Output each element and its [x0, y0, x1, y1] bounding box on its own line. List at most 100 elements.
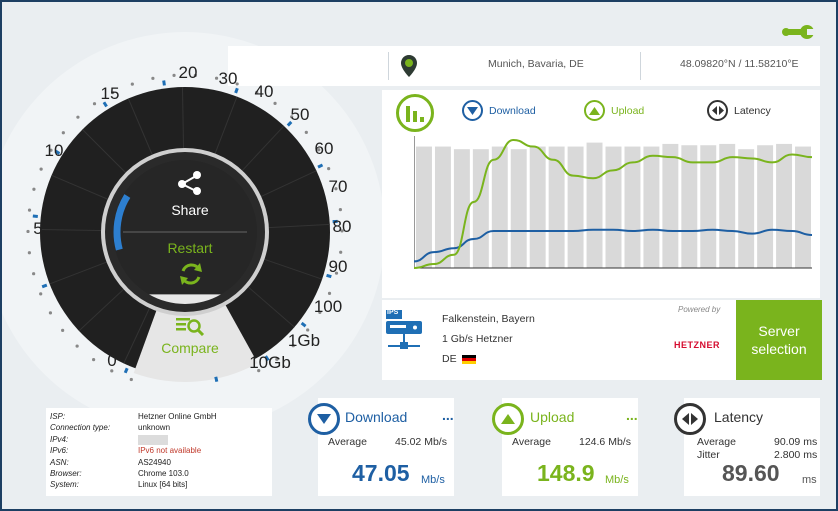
download-icon — [308, 403, 340, 435]
gauge-label: 40 — [255, 82, 274, 101]
upload-average-label: Average — [512, 436, 551, 448]
share-icon[interactable] — [170, 170, 210, 196]
gauge-label: 70 — [329, 177, 348, 196]
gauge-major-tick — [32, 214, 38, 219]
legend-upload[interactable]: Upload — [584, 100, 644, 121]
info-value: Hetzner Online GmbH — [138, 412, 217, 421]
latency-jitter-value: 2.800 ms — [774, 449, 818, 461]
info-value — [138, 434, 168, 445]
legend-latency-label: Latency — [734, 104, 771, 117]
info-key: Connection type: — [50, 423, 111, 433]
compare-button[interactable]: Compare — [142, 340, 238, 356]
gauge-major-tick — [123, 367, 129, 374]
gauge-tick-dot — [61, 328, 65, 332]
restart-button[interactable]: Restart — [150, 240, 230, 256]
download-average-label: Average — [328, 436, 367, 448]
gauge-tick-dot — [61, 131, 65, 135]
upload-value: 148.9 — [537, 460, 595, 486]
gauge-tick-dot — [273, 101, 277, 105]
gauge-label: 30 — [219, 69, 238, 88]
gauge-tick-dot — [129, 377, 133, 382]
chart-panel: Download Upload Latency — [382, 90, 820, 298]
chart-bar — [700, 145, 717, 268]
gauge-tick-dot — [338, 208, 342, 212]
gauge-major-tick — [41, 283, 48, 289]
server-country: DE — [442, 353, 457, 365]
gauge-tick-dot — [327, 291, 332, 295]
gauge-tick-dot — [304, 130, 308, 134]
download-value: 47.05 — [352, 460, 410, 486]
refresh-icon[interactable] — [178, 260, 204, 288]
upload-average-value: 124.6 Mb/s — [579, 436, 631, 448]
gauge-tick-dot — [75, 344, 79, 348]
divider — [388, 52, 389, 80]
server-speed: 1 Gb/s Hetzner — [442, 333, 513, 345]
gauge-tick-dot — [151, 76, 155, 80]
map-pin-icon — [400, 54, 418, 83]
gauge-tick-dot — [327, 167, 331, 171]
connection-info-card: ISP: Hetzner Online GmbH Connection type: u… — [46, 408, 272, 496]
share-button[interactable]: Share — [150, 202, 230, 218]
legend-latency[interactable]: Latency — [707, 100, 771, 121]
latency-title: Latency — [714, 409, 764, 425]
gauge-label: 50 — [291, 105, 310, 124]
info-key: System: — [50, 480, 79, 490]
powered-by-label: Powered by — [678, 305, 721, 314]
location-name: Munich, Bavaria, DE — [488, 58, 584, 70]
download-average-value: 45.02 Mb/s — [395, 436, 447, 448]
gauge-tick-dot — [39, 167, 43, 171]
gauge-major-tick — [300, 321, 307, 328]
latency-value: 89.60 — [722, 460, 780, 486]
chart-bar — [567, 146, 584, 268]
gauge-tick-dot — [92, 102, 97, 106]
latency-average-value: 90.09 ms — [774, 436, 818, 448]
server-selection-label-1: Server — [758, 323, 800, 339]
info-key: ASN: — [50, 457, 69, 467]
gauge-tick-dot — [48, 311, 53, 315]
latency-unit: ms — [802, 474, 817, 486]
latency-icon — [707, 100, 728, 121]
gauge-label: 60 — [315, 139, 334, 158]
chart-bar — [719, 143, 736, 268]
info-value: IPv6 not available — [138, 446, 202, 456]
compare-icon[interactable] — [174, 316, 206, 337]
chart-bar — [586, 142, 603, 268]
gauge-major-tick — [317, 163, 324, 169]
info-value: AS24940 — [138, 457, 171, 467]
gauge-tick-dot — [27, 251, 31, 255]
server-location: Falkenstein, Bayern — [442, 313, 535, 325]
upload-more-button[interactable]: ... — [626, 407, 638, 423]
upload-title: Upload — [530, 409, 575, 425]
download-more-button[interactable]: ... — [442, 407, 454, 423]
latency-icon — [674, 403, 706, 435]
info-row: ASN: AS24940 — [50, 458, 270, 469]
legend-upload-label: Upload — [611, 104, 645, 117]
info-value: Chrome 103.0 — [138, 469, 189, 478]
chart-bar — [416, 146, 432, 268]
gauge-major-tick — [234, 87, 239, 94]
bar-chart-icon[interactable] — [396, 94, 434, 132]
info-row: ISP: Hetzner Online GmbH — [50, 412, 270, 423]
chart-bar — [738, 149, 755, 268]
gauge-major-tick — [162, 80, 166, 86]
info-key: Browser: — [50, 469, 82, 478]
server-selection-label-2: selection — [751, 341, 807, 357]
info-value: Linux [64 bits] — [138, 480, 188, 490]
ips-badge: IPS — [387, 309, 399, 316]
legend-download[interactable]: Download — [462, 100, 536, 121]
chart-bar — [529, 146, 546, 268]
chart-bar — [605, 146, 622, 268]
chart-bar — [491, 146, 508, 268]
upload-icon — [492, 403, 524, 435]
server-selection-button[interactable]: Server selection — [736, 300, 822, 380]
info-row: System: Linux [64 bits] — [50, 480, 270, 491]
gauge-tick-dot — [92, 358, 96, 362]
speedtest-app: Munich, Bavaria, DE 48.09820°N / 11.5821… — [0, 0, 838, 511]
gauge-label: 80 — [333, 217, 352, 236]
gauge-tick-dot — [130, 82, 134, 86]
gauge-tick-dot — [172, 73, 176, 77]
info-value: unknown — [138, 423, 171, 433]
upload-unit: Mb/s — [605, 474, 629, 486]
location-coordinates: 48.09820°N / 11.58210°E — [680, 58, 799, 70]
chart-bar — [681, 145, 698, 268]
